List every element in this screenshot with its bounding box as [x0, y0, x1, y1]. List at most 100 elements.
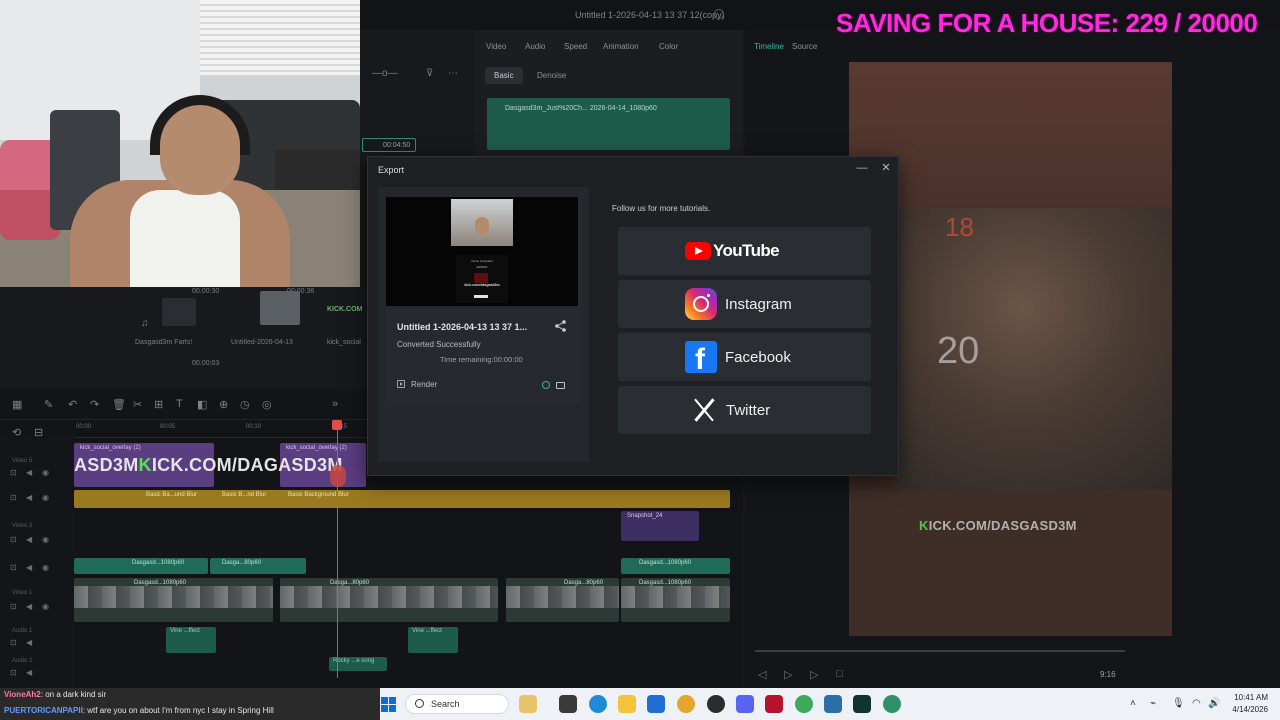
acrobat-icon[interactable] [765, 695, 783, 713]
blur-clip[interactable]: Basic Ba...und Blur Basic B...nd Blur Ba… [74, 490, 730, 508]
video-clip[interactable]: Dasga...80p60 [210, 558, 306, 574]
audio-icon[interactable]: ◀ [26, 493, 32, 502]
text-icon[interactable]: T [176, 398, 183, 410]
lock-icon[interactable]: ⊡ [10, 468, 17, 477]
layout-icon[interactable]: ▦ [12, 398, 22, 411]
play-icon[interactable]: ▷ [784, 668, 792, 681]
twitter-button[interactable]: Twitter [618, 386, 871, 434]
store-icon[interactable] [647, 695, 665, 713]
next-frame-icon[interactable]: ▷ [810, 668, 818, 681]
audio-icon[interactable]: ◀ [26, 668, 32, 677]
stop-icon[interactable]: □ [836, 668, 843, 680]
zoom-slider-icon[interactable]: —o— [372, 68, 398, 79]
video-clip[interactable]: Dasgasd...1080p60 [621, 558, 730, 574]
video-editor-app-icon[interactable] [853, 695, 871, 713]
main-video-clip[interactable]: Dasgasd...1080p60 [74, 578, 273, 622]
widgets-icon[interactable] [519, 695, 537, 713]
main-video-clip[interactable]: Dasga...80p60 [280, 578, 498, 622]
chrome-icon-3[interactable] [883, 695, 901, 713]
edge-icon[interactable] [589, 695, 607, 713]
close-icon[interactable]: ✕ [879, 161, 893, 175]
task-view-icon[interactable] [559, 695, 577, 713]
more-icon[interactable]: ⋯ [448, 68, 458, 79]
folder-icon[interactable] [556, 382, 565, 389]
playhead-knob[interactable] [332, 420, 342, 430]
redo-icon[interactable]: ↷ [90, 398, 99, 411]
snapshot-clip[interactable]: Snapshot_24 [621, 511, 699, 541]
tab-speed[interactable]: Speed [564, 42, 587, 51]
taskbar-clock[interactable]: 10:41 AM 4/14/2026 [1218, 692, 1268, 716]
lock-icon[interactable]: ⊡ [10, 493, 17, 502]
video-clip[interactable]: Dasgasd...1080p60 [74, 558, 208, 574]
audio-icon[interactable]: ◀ [26, 535, 32, 544]
share-icon[interactable] [554, 319, 568, 333]
filter-icon[interactable]: ⊽ [426, 68, 433, 79]
audio-thumbnail[interactable] [162, 298, 196, 326]
tab-animation[interactable]: Animation [603, 42, 639, 51]
wifi-icon[interactable]: ◠ [1192, 698, 1201, 709]
split-icon[interactable]: ✂ [133, 398, 142, 411]
discord-icon[interactable] [736, 695, 754, 713]
facebook-button[interactable]: f Facebook [618, 333, 871, 381]
taskbar-search[interactable]: Search [405, 694, 509, 714]
minimize-icon[interactable]: — [855, 161, 869, 175]
eye-icon[interactable]: ◉ [42, 468, 49, 477]
timer-icon[interactable]: ◷ [240, 398, 250, 411]
subtab-denoise[interactable]: Denoise [537, 71, 566, 80]
undo-icon[interactable]: ↶ [68, 398, 77, 411]
tab-color[interactable]: Color [659, 42, 678, 51]
main-video-clip[interactable]: Dasgasd...1080p60 [621, 578, 730, 622]
eye-icon[interactable]: ◉ [42, 563, 49, 572]
windows-start-icon[interactable] [381, 697, 397, 713]
monitor-app-icon[interactable] [824, 695, 842, 713]
chevron-up-icon[interactable]: ˄ [1130, 698, 1136, 709]
audio-icon[interactable]: ◀ [26, 602, 32, 611]
media-item-label[interactable]: Untitled-2026-04-13 [231, 339, 293, 346]
network-icon[interactable]: ⌁ [1150, 698, 1156, 709]
audio-clip[interactable]: Vine ...ffect [408, 627, 458, 653]
tab-source[interactable]: Source [792, 42, 817, 51]
audio-icon[interactable]: ◀ [26, 638, 32, 647]
aspect-ratio[interactable]: 9:16 [1100, 670, 1116, 679]
lock-icon[interactable]: ⊡ [10, 638, 17, 647]
render-button[interactable]: Render [397, 380, 437, 389]
microphone-icon[interactable]: 🎙 [1172, 698, 1185, 709]
gear-icon[interactable] [714, 9, 724, 19]
eye-icon[interactable]: ◉ [42, 493, 49, 502]
delete-icon[interactable]: 🗑 [112, 398, 126, 411]
prev-frame-icon[interactable]: ◁ [758, 668, 766, 681]
eye-icon[interactable]: ◉ [42, 602, 49, 611]
more-tools-icon[interactable]: » [332, 398, 338, 410]
youtube-button[interactable]: YouTube [618, 227, 871, 275]
obs-icon[interactable] [707, 695, 725, 713]
instagram-button[interactable]: Instagram [618, 280, 871, 328]
main-video-clip[interactable]: Dasga...80p60 [506, 578, 619, 622]
lock-icon[interactable]: ⊡ [10, 563, 17, 572]
media-item-label[interactable]: kick_social [327, 339, 361, 346]
select-icon[interactable]: ✎ [44, 398, 53, 411]
playhead-handle[interactable] [330, 465, 346, 487]
audio-icon[interactable]: ◀ [26, 468, 32, 477]
lock-icon[interactable]: ⊡ [10, 535, 17, 544]
lock-icon[interactable]: ⊡ [10, 668, 17, 677]
audio-icon[interactable]: ◀ [26, 563, 32, 572]
audio-clip[interactable]: Vine ...ffect [166, 627, 216, 653]
speed-icon[interactable]: ◎ [262, 398, 272, 411]
video-thumbnail[interactable] [260, 291, 300, 325]
chrome-icon-2[interactable] [795, 695, 813, 713]
file-explorer-icon[interactable] [618, 695, 636, 713]
zoom-icon[interactable]: ⊕ [219, 398, 228, 411]
playhead[interactable] [337, 420, 338, 678]
export-thumbnail[interactable]: Clone Complete ERROR kick.com/dasgasd3m [386, 197, 578, 306]
subtab-basic[interactable]: Basic [485, 67, 523, 84]
tab-audio[interactable]: Audio [525, 42, 545, 51]
crop-icon[interactable]: ⊞ [154, 398, 163, 411]
mask-icon[interactable]: ◧ [197, 398, 207, 411]
tab-video[interactable]: Video [486, 42, 506, 51]
preview-scrubber[interactable] [755, 650, 1125, 652]
media-item-label[interactable]: Dasgasd3m Farts! [135, 339, 192, 346]
eye-icon[interactable]: ◉ [42, 535, 49, 544]
lock-icon[interactable]: ⊡ [10, 602, 17, 611]
chrome-icon[interactable] [677, 695, 695, 713]
tab-timeline[interactable]: Timeline [754, 42, 784, 51]
